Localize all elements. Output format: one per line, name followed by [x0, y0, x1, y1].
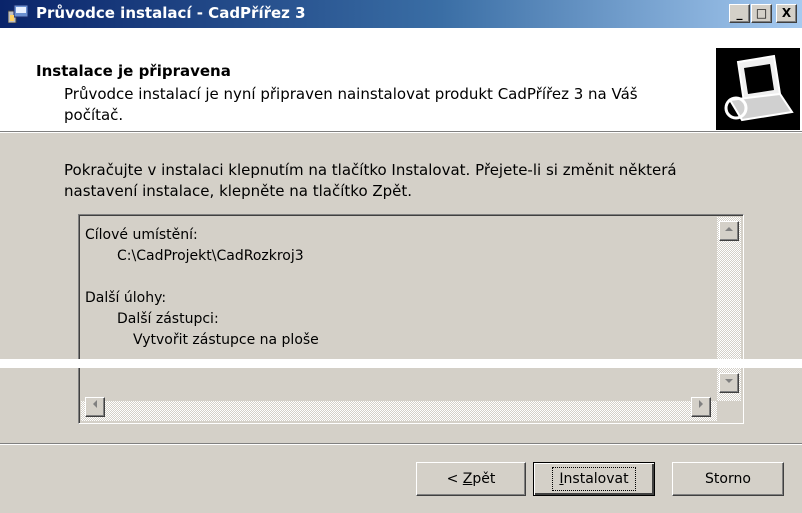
- summary-memo[interactable]: Cílové umístění: C:\CadProjekt\CadRozkro…: [78, 214, 744, 424]
- computer-install-icon: [716, 48, 800, 130]
- back-button[interactable]: < Zpět: [416, 462, 526, 496]
- memo-line: [85, 267, 319, 288]
- wizard-header: Instalace je připravena Průvodce instala…: [0, 28, 802, 131]
- screenshot-gap: [0, 359, 802, 368]
- close-button[interactable]: X: [776, 4, 797, 23]
- scroll-up-button[interactable]: [719, 221, 739, 241]
- install-rest: nstalovat: [563, 471, 629, 487]
- cancel-button[interactable]: Storno: [672, 462, 784, 496]
- arrow-down-icon: [725, 379, 733, 383]
- scroll-right-button[interactable]: [691, 397, 711, 417]
- install-button[interactable]: Instalovat: [533, 462, 655, 496]
- close-icon: X: [781, 6, 792, 20]
- page-title: Instalace je připravena: [36, 62, 231, 80]
- horizontal-scrollbar[interactable]: [81, 401, 717, 421]
- arrow-up-icon: [725, 227, 733, 231]
- back-prefix: <: [446, 471, 463, 487]
- back-rest: pět: [472, 471, 496, 487]
- minimize-icon: _: [736, 6, 743, 20]
- header-separator: [0, 131, 802, 133]
- page-description: Průvodce instalací je nyní připraven nai…: [64, 85, 638, 124]
- installer-window: Průvodce instalací - CadPřířez 3 _ □ X I…: [0, 0, 802, 513]
- memo-line: Další úlohy:: [85, 290, 167, 306]
- memo-line: C:\CadProjekt\CadRozkroj3: [117, 248, 304, 264]
- minimize-button[interactable]: _: [729, 4, 750, 23]
- footer-separator: [0, 443, 802, 445]
- instructions-text: Pokračujte v instalaci klepnutím na tlač…: [64, 161, 677, 200]
- back-accel: Z: [462, 471, 473, 487]
- memo-line: Další zástupci:: [117, 311, 219, 327]
- window-title: Průvodce instalací - CadPřířez 3: [36, 4, 306, 22]
- memo-line: Cílové umístění:: [85, 227, 198, 243]
- summary-content: Cílové umístění: C:\CadProjekt\CadRozkro…: [85, 225, 319, 351]
- arrow-left-icon: [93, 400, 97, 408]
- installer-icon: [8, 5, 28, 23]
- maximize-button[interactable]: □: [751, 4, 772, 23]
- scroll-left-button[interactable]: [85, 397, 105, 417]
- arrow-right-icon: [699, 400, 703, 408]
- memo-line: Vytvořit zástupce na ploše: [133, 332, 319, 348]
- maximize-icon: □: [755, 6, 768, 20]
- scroll-down-button[interactable]: [719, 373, 739, 393]
- title-bar[interactable]: Průvodce instalací - CadPřířez 3 _ □ X: [0, 0, 802, 28]
- install-label: Instalovat: [552, 467, 636, 491]
